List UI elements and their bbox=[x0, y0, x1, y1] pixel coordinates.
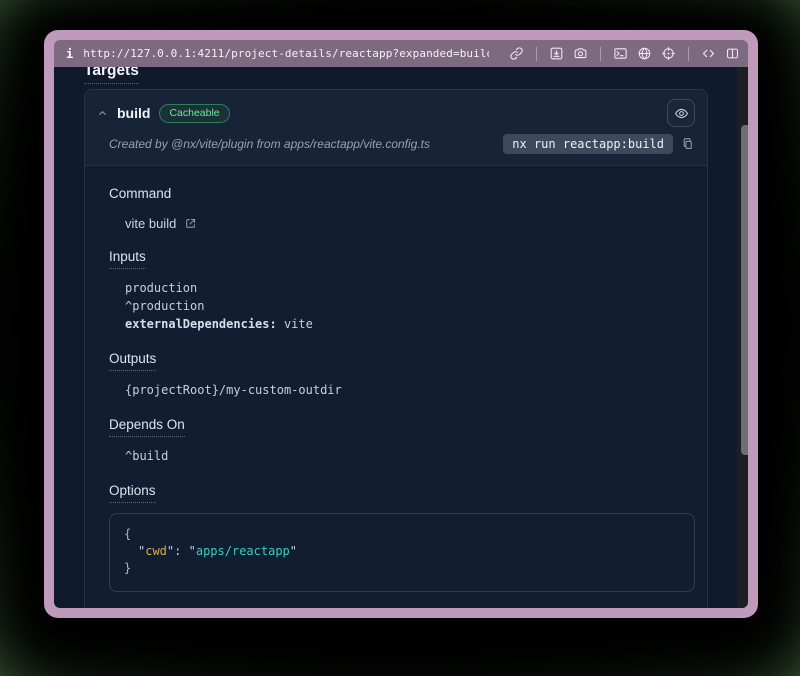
output-item: {projectRoot}/my-custom-outdir bbox=[125, 381, 683, 399]
browser-window: i http://127.0.0.1:4211/project-details/… bbox=[44, 30, 758, 618]
globe-icon[interactable] bbox=[637, 46, 652, 61]
eye-icon bbox=[674, 106, 689, 121]
options-json-block: { "cwd": "apps/reactapp" } bbox=[109, 513, 695, 592]
view-target-button[interactable] bbox=[667, 99, 695, 127]
target-name: build bbox=[117, 105, 150, 121]
options-label: Options bbox=[109, 483, 683, 498]
target-header-build[interactable]: build Cacheable bbox=[85, 90, 707, 131]
depends-on-list: ^build bbox=[125, 447, 683, 465]
page-title: Targets bbox=[84, 67, 708, 80]
crosshair-icon[interactable] bbox=[661, 46, 676, 61]
url-field[interactable]: http://127.0.0.1:4211/project-details/re… bbox=[83, 47, 489, 60]
project-details-page: Targets build Cacheable C bbox=[54, 67, 748, 608]
info-icon: i bbox=[66, 47, 73, 61]
json-line: } bbox=[124, 560, 680, 577]
run-command-chip: nx run reactapp:build bbox=[503, 134, 673, 154]
target-card-build-top: build Cacheable Created by @nx/vite/plug… bbox=[85, 90, 707, 166]
copy-icon[interactable] bbox=[681, 137, 695, 151]
terminal-icon[interactable] bbox=[613, 46, 628, 61]
depends-on-label: Depends On bbox=[109, 417, 683, 432]
target-subheader-build: Created by @nx/vite/plugin from apps/rea… bbox=[85, 131, 707, 165]
code-brackets-icon[interactable] bbox=[701, 46, 716, 61]
titlebar-divider bbox=[688, 47, 689, 61]
titlebar-divider bbox=[536, 47, 537, 61]
target-details-build: Command vite build Inputs production ^pr… bbox=[85, 166, 707, 608]
titlebar-divider bbox=[600, 47, 601, 61]
input-item: externalDependencies: vite bbox=[125, 315, 683, 333]
input-item: ^production bbox=[125, 297, 683, 315]
json-line: { bbox=[124, 526, 680, 543]
inputs-label: Inputs bbox=[109, 249, 683, 264]
run-command-group: nx run reactapp:build bbox=[503, 134, 695, 154]
browser-titlebar: i http://127.0.0.1:4211/project-details/… bbox=[54, 40, 748, 67]
depends-item: ^build bbox=[125, 447, 683, 465]
command-value: vite build bbox=[125, 216, 683, 231]
created-by-text: Created by @nx/vite/plugin from apps/rea… bbox=[109, 137, 430, 151]
target-card-build: build Cacheable Created by @nx/vite/plug… bbox=[84, 89, 708, 608]
page-viewport: Targets build Cacheable C bbox=[54, 67, 748, 608]
outputs-label: Outputs bbox=[109, 351, 683, 366]
chevron-up-icon bbox=[97, 108, 108, 119]
json-line: "cwd": "apps/reactapp" bbox=[124, 543, 680, 560]
split-view-icon[interactable] bbox=[725, 46, 740, 61]
cacheable-badge: Cacheable bbox=[159, 104, 229, 123]
external-link-icon[interactable] bbox=[184, 217, 197, 230]
outputs-list: {projectRoot}/my-custom-outdir bbox=[125, 381, 683, 399]
scrollbar-thumb[interactable] bbox=[741, 125, 748, 455]
input-item: production bbox=[125, 279, 683, 297]
inputs-list: production ^production externalDependenc… bbox=[125, 279, 683, 333]
command-label: Command bbox=[109, 186, 683, 201]
camera-icon[interactable] bbox=[573, 46, 588, 61]
titlebar-actions bbox=[509, 46, 740, 61]
link-icon[interactable] bbox=[509, 46, 524, 61]
screenshot-save-icon[interactable] bbox=[549, 46, 564, 61]
scrollbar-track[interactable] bbox=[737, 67, 748, 608]
